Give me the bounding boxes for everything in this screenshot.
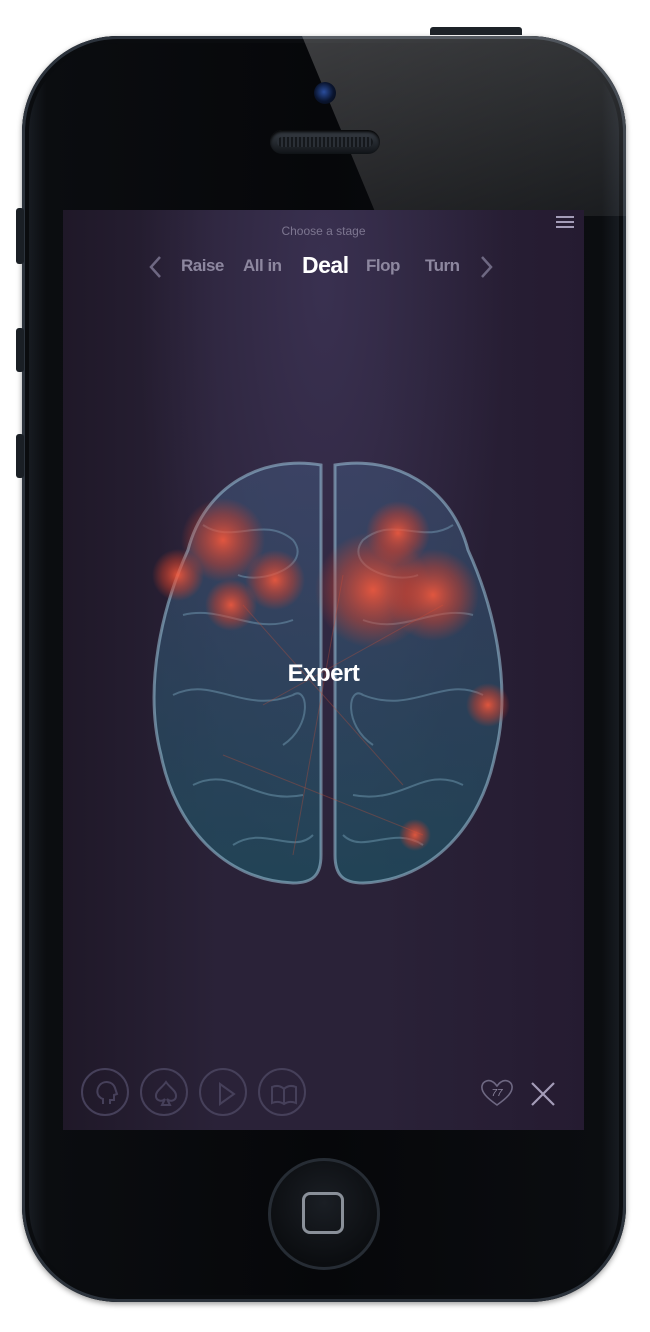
front-camera xyxy=(314,82,336,104)
book-icon xyxy=(271,1084,297,1106)
power-button xyxy=(430,27,522,35)
book-button[interactable] xyxy=(258,1068,306,1116)
chevron-right-icon[interactable] xyxy=(477,254,495,280)
play-button[interactable] xyxy=(199,1068,247,1116)
earpiece-speaker xyxy=(270,130,380,154)
glass-glare xyxy=(302,36,626,216)
expertise-level-label: Expert xyxy=(287,660,360,687)
lives-count: 77 xyxy=(491,1088,503,1099)
stage-raise[interactable]: Raise xyxy=(181,256,224,276)
volume-down-button xyxy=(16,434,24,478)
volume-up-button xyxy=(16,328,24,372)
stage-flop[interactable]: Flop xyxy=(366,256,400,276)
stage-selector: Raise All in Deal Flop Turn xyxy=(141,250,511,282)
stage-turn[interactable]: Turn xyxy=(425,256,460,276)
close-icon[interactable] xyxy=(529,1080,557,1108)
stage-all-in[interactable]: All in xyxy=(243,256,282,276)
mute-switch xyxy=(16,208,24,264)
home-button[interactable] xyxy=(268,1158,380,1270)
head-profile-button[interactable] xyxy=(81,1068,129,1116)
app-screen: Choose a stage Raise All in Deal Flop Tu… xyxy=(63,210,584,1130)
heart-icon: 77 xyxy=(481,1079,513,1106)
chevron-left-icon[interactable] xyxy=(147,254,165,280)
play-icon xyxy=(219,1082,236,1106)
spade-button[interactable] xyxy=(140,1068,188,1116)
head-profile-icon xyxy=(96,1081,119,1104)
home-square-icon xyxy=(302,1192,344,1234)
stage-deal[interactable]: Deal xyxy=(302,252,349,279)
stage-title: Choose a stage xyxy=(281,224,366,238)
spade-icon xyxy=(154,1080,178,1106)
hamburger-menu-icon[interactable] xyxy=(556,216,574,230)
